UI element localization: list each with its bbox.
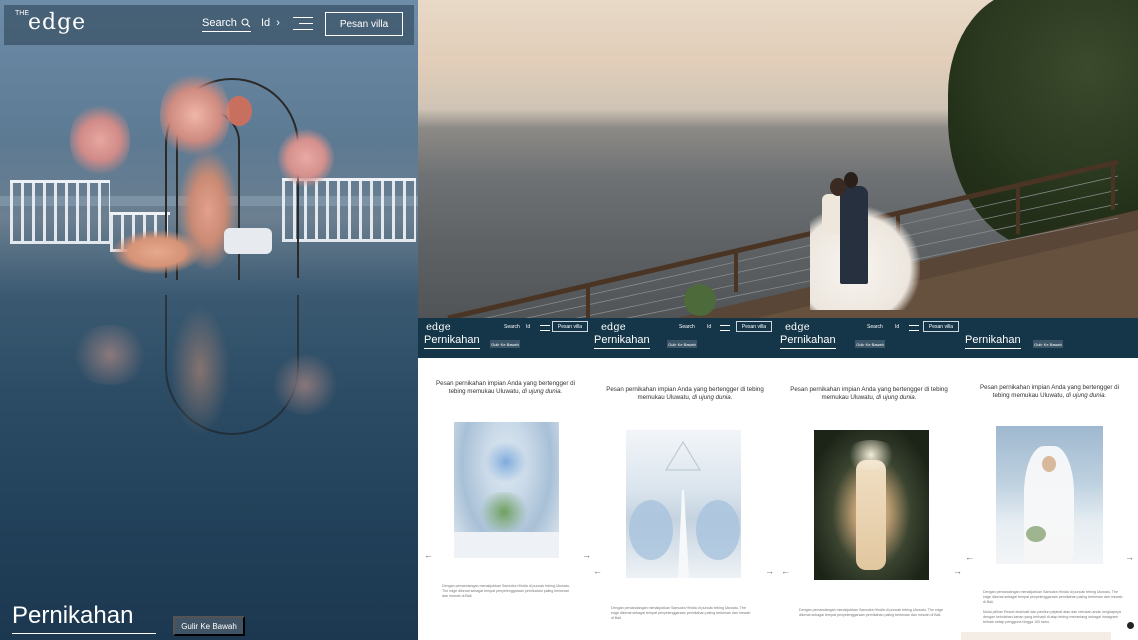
search-icon (241, 18, 251, 28)
chevron-right-icon: › (273, 17, 280, 29)
body-text: Dengan pemandangan menakjubkan Samudra H… (611, 606, 751, 620)
mobile-logo[interactable]: edge (426, 322, 451, 333)
search-button[interactable]: Search (202, 17, 251, 32)
mobile-language[interactable]: Id (526, 324, 530, 330)
body-text: Dengan pemandangan menakjubkan Samudra H… (983, 590, 1123, 604)
intro-text: Pesan pernikahan impian Anda yang berten… (603, 386, 767, 402)
chairs-left (10, 180, 110, 244)
bride-veil-photo (996, 426, 1103, 564)
bench (224, 228, 272, 254)
mobile-screen-2: edge Search Id Pesan villa Pernikahan Gu… (593, 318, 777, 640)
wedding-cake-photo (814, 430, 929, 580)
arrow-left-icon[interactable]: ← (424, 550, 433, 560)
book-villa-button[interactable]: Pesan villa (736, 321, 772, 332)
scroll-down-button[interactable]: Gulir Ke Bawah (667, 340, 697, 348)
intro-text: Pesan pernikahan impian Anda yang berten… (787, 386, 951, 402)
page-title: Pernikahan (12, 602, 156, 634)
logo-the: THE (15, 10, 29, 17)
flower-cluster (112, 230, 202, 274)
intro-main: Pesan pernikahan impian Anda yang berten… (606, 386, 764, 401)
table-setting-photo (454, 422, 559, 558)
aisle-illustration (629, 441, 740, 578)
intro-text: Pesan pernikahan impian Anda yang berten… (971, 384, 1128, 400)
hamburger-icon[interactable] (720, 325, 730, 331)
mobile-search[interactable]: Search (504, 324, 520, 330)
intro-emphasis: di ujung dunia. (876, 394, 917, 401)
book-villa-button[interactable]: Pesan villa (325, 12, 403, 36)
hamburger-icon[interactable] (293, 17, 313, 30)
mobile-search[interactable]: Search (679, 324, 695, 330)
mobile-title: Pernikahan (424, 334, 480, 349)
scroll-down-button[interactable]: Gulir Ke Bawah (1033, 340, 1063, 348)
book-villa-button[interactable]: Pesan villa (552, 321, 588, 332)
arrow-right-icon[interactable]: → (953, 566, 961, 576)
scroll-down-button[interactable]: Gulir Ke Bawah (855, 340, 885, 348)
flower-cluster (160, 70, 230, 160)
intro-emphasis: di ujung dunia. (1066, 392, 1107, 399)
deck-railing (447, 159, 1138, 320)
arrow-left-icon[interactable]: ← (965, 552, 974, 562)
language-label: Id (261, 17, 271, 29)
brand-logo[interactable]: THE edge (15, 8, 86, 35)
scroll-down-button[interactable]: Gulir Ke Bawah (173, 616, 245, 636)
mobile-screen-3: edge Search Id Pesan villa Pernikahan Gu… (777, 318, 961, 640)
mobile-screen-1: edge Search Id Pesan villa Pernikahan Gu… (418, 318, 593, 640)
mobile-search[interactable]: Search (867, 324, 883, 330)
arrow-right-icon[interactable]: → (1125, 552, 1134, 562)
mobile-language[interactable]: Id (895, 324, 899, 330)
intro-main: Pesan pernikahan impian Anda yang berten… (790, 386, 948, 401)
footer-strip (961, 632, 1111, 640)
scroll-down-button[interactable]: Gulir Ke Bawah (490, 340, 520, 348)
flower-cluster (278, 128, 334, 188)
chat-icon[interactable] (1127, 622, 1134, 629)
arrow-left-icon[interactable]: ← (781, 566, 790, 576)
hero-section: THE edge Search Id › Pesan villa Pernika… (0, 0, 418, 640)
hamburger-icon[interactable] (909, 325, 919, 331)
groom-head (844, 172, 858, 188)
arrow-right-icon[interactable]: → (765, 566, 774, 576)
mobile-title: Pernikahan (594, 334, 650, 349)
body-text: Dengan pemandangan menakjubkan Samudra H… (799, 608, 943, 617)
water-reflection (70, 295, 340, 445)
mobile-logo[interactable]: edge (785, 322, 810, 333)
hamburger-icon[interactable] (540, 325, 550, 331)
body-text: Dengan pemandangan menakjubkan Samudra H… (442, 584, 570, 598)
intro-emphasis: di ujung dunia. (522, 388, 563, 395)
language-selector[interactable]: Id › (261, 17, 280, 29)
mobile-language[interactable]: Id (707, 324, 711, 330)
mobile-title: Pernikahan (965, 334, 1021, 349)
body-text-2: Mulai pilihan Resort eksklusif dan pavil… (983, 610, 1121, 624)
couple-photo (418, 0, 1138, 320)
mobile-screen-4: Pernikahan Gulir Ke Bawah Pesan pernikah… (961, 318, 1138, 640)
mobile-logo[interactable]: edge (601, 322, 626, 333)
book-villa-button[interactable]: Pesan villa (923, 321, 959, 332)
aisle-ceremony-photo (626, 430, 741, 578)
search-label: Search (202, 17, 237, 29)
arrow-left-icon[interactable]: ← (593, 566, 602, 576)
mobile-title: Pernikahan (780, 334, 836, 349)
flower-cluster (70, 100, 130, 180)
intro-emphasis: di ujung dunia. (692, 394, 733, 401)
arrow-right-icon[interactable]: → (582, 550, 591, 560)
groom (840, 186, 868, 284)
intro-text: Pesan pernikahan impian Anda yang berten… (428, 380, 583, 396)
